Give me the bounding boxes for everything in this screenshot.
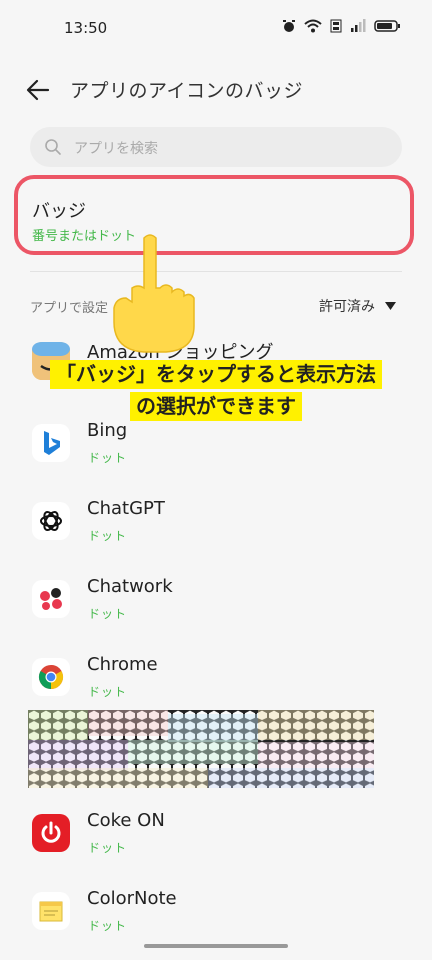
badge-style-setting[interactable]: バッジ 番号またはドット [14, 175, 414, 255]
wifi-icon [304, 19, 322, 33]
filter-label: 許可済み [319, 299, 375, 315]
app-row-bing[interactable]: Bing ドット [0, 416, 432, 486]
annotation-line-1: 「バッジ」をタップすると表示方法 [50, 360, 382, 389]
page-title: アプリのアイコンのバッジ [70, 80, 304, 102]
app-name: Chatwork [87, 576, 173, 597]
status-bar: 13:50 [0, 0, 432, 58]
home-indicator[interactable] [144, 944, 288, 948]
volte-icon [330, 19, 342, 33]
app-name: Coke ON [87, 810, 165, 831]
app-badge-style: ドット [88, 919, 128, 933]
back-arrow-icon[interactable] [24, 76, 52, 104]
app-name: ColorNote [87, 888, 177, 909]
app-header: アプリのアイコンのバッジ [0, 66, 432, 114]
app-badge-style: ドット [88, 685, 128, 699]
app-badge-style: ドット [88, 529, 128, 543]
chatwork-icon [32, 580, 70, 618]
section-label: アプリで設定 [30, 301, 109, 316]
app-row-chatwork[interactable]: Chatwork ドット [0, 572, 432, 642]
bing-icon [32, 424, 70, 462]
status-icons [282, 19, 402, 33]
battery-icon [374, 20, 400, 32]
search-input[interactable]: アプリを検索 [30, 127, 402, 167]
colornote-icon [32, 892, 70, 930]
pointing-hand-icon [113, 234, 195, 353]
app-row-coke-on[interactable]: Coke ON ドット [0, 806, 432, 876]
triangle-down-icon [385, 302, 396, 310]
app-badge-style: ドット [88, 607, 128, 621]
status-time: 13:50 [64, 19, 108, 37]
annotation-caption-2: の選択ができます [0, 392, 432, 421]
mosaic-overlay [28, 710, 374, 788]
signal-icon [351, 19, 366, 32]
annotation-line-2: の選択ができます [130, 392, 302, 421]
app-badge-style: ドット [88, 841, 128, 855]
app-name: Bing [87, 420, 128, 441]
coke-on-icon [32, 814, 70, 852]
search-placeholder: アプリを検索 [74, 141, 158, 157]
divider [30, 271, 402, 272]
badge-setting-title: バッジ [32, 201, 86, 222]
chatgpt-icon [32, 502, 70, 540]
app-row-chatgpt[interactable]: ChatGPT ドット [0, 494, 432, 564]
filter-dropdown[interactable]: 許可済み [319, 296, 396, 316]
app-name: ChatGPT [87, 498, 165, 519]
annotation-caption: 「バッジ」をタップすると表示方法 [0, 360, 432, 389]
app-badge-style: ドット [88, 451, 128, 465]
chrome-icon [32, 658, 70, 696]
alarm-icon [283, 20, 295, 32]
app-name: Chrome [87, 654, 158, 675]
search-icon [45, 139, 61, 155]
